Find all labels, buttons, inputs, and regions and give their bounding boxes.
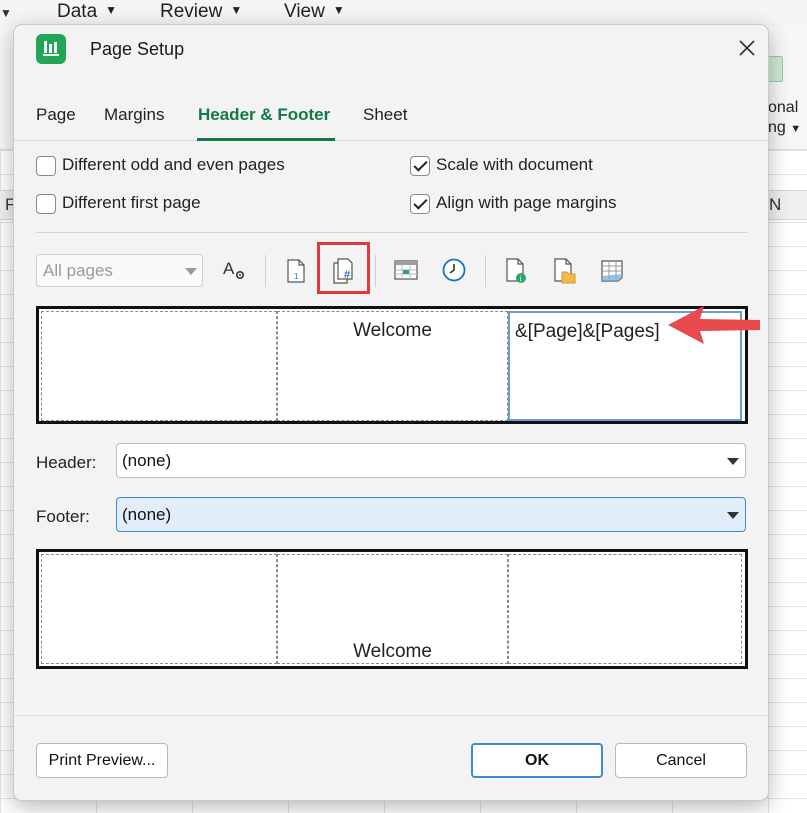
pages-select-value: All pages: [43, 261, 113, 280]
header-preview: Welcome &[Page]&[Pages]: [36, 306, 748, 424]
insert-file-name-icon: [554, 258, 576, 284]
cancel-button[interactable]: Cancel: [615, 743, 747, 778]
insert-page-number-icon: 1: [287, 259, 305, 283]
different-odd-even-label: Different odd and even pages: [62, 155, 285, 174]
align-with-margins-label: Align with page margins: [436, 193, 617, 212]
scale-with-document-label: Scale with document: [436, 155, 593, 174]
svg-text:i: i: [520, 275, 522, 284]
scale-with-document-checkbox[interactable]: [410, 156, 430, 176]
chevron-down-icon: ▼: [332, 3, 345, 17]
divider: [36, 232, 747, 233]
svg-text:1: 1: [294, 272, 299, 281]
insert-file-name-button[interactable]: [546, 253, 580, 287]
divider: [14, 715, 768, 716]
chevron-down-icon: [727, 512, 739, 519]
close-button[interactable]: [734, 35, 760, 61]
format-text-icon: A: [223, 259, 245, 280]
print-preview-button[interactable]: Print Preview...: [36, 743, 168, 778]
insert-time-icon: [442, 258, 466, 282]
chevron-down-icon: ▼: [105, 3, 118, 17]
insert-file-path-icon: i: [506, 258, 526, 284]
tab-bar: Page Margins Header & Footer Sheet: [14, 97, 768, 141]
insert-file-path-button[interactable]: i: [498, 253, 532, 287]
menu-data[interactable]: Data ▼: [57, 1, 117, 23]
tab-header-footer[interactable]: Header & Footer: [198, 105, 330, 125]
footer-label: Footer:: [36, 507, 90, 526]
menu-view[interactable]: View ▼: [284, 1, 345, 23]
insert-page-number-button[interactable]: 1: [278, 253, 312, 287]
header-center-text: Welcome: [353, 320, 432, 341]
align-with-margins-checkbox[interactable]: [410, 194, 430, 214]
ok-button[interactable]: OK: [471, 743, 603, 778]
header-select-value: (none): [122, 451, 172, 470]
chevron-down-icon: [185, 268, 197, 275]
footer-left-section[interactable]: [41, 554, 277, 664]
active-tab-indicator: [197, 138, 335, 141]
insert-sheet-name-button[interactable]: [594, 253, 628, 287]
close-icon: [739, 40, 755, 56]
toolbar-separator: [375, 255, 376, 287]
app-logo-icon: [36, 34, 66, 64]
footer-right-section[interactable]: [508, 554, 742, 664]
chevron-down-icon: ▼: [230, 3, 243, 17]
different-first-page-label: Different first page: [62, 193, 201, 212]
tab-page[interactable]: Page: [36, 105, 76, 125]
chevron-down-icon: ▼: [0, 6, 12, 20]
chevron-down-icon: [727, 458, 739, 465]
menu-review[interactable]: Review ▼: [160, 1, 242, 23]
footer-select[interactable]: (none): [116, 497, 746, 532]
page-setup-dialog: Page Setup Page Margins Header & Footer …: [13, 24, 769, 801]
insert-time-button[interactable]: [436, 253, 470, 287]
insert-sheet-name-icon: [601, 260, 623, 282]
toolbar-separator: [265, 255, 266, 287]
header-right-text: &[Page]&[Pages]: [515, 321, 660, 342]
toolbar-separator: [485, 255, 486, 287]
svg-text:A: A: [223, 259, 235, 278]
footer-center-section[interactable]: Welcome: [277, 554, 508, 664]
format-text-button[interactable]: A: [216, 253, 250, 287]
background-menubar: ▼ Data ▼ Review ▼ View ▼: [0, 0, 807, 26]
footer-center-text: Welcome: [353, 641, 432, 662]
header-left-section[interactable]: [41, 311, 277, 421]
different-first-page-checkbox[interactable]: [36, 194, 56, 214]
different-odd-even-checkbox[interactable]: [36, 156, 56, 176]
dialog-title: Page Setup: [90, 39, 185, 59]
column-header-n[interactable]: N: [769, 195, 781, 215]
header-center-section[interactable]: Welcome: [277, 311, 508, 421]
chevron-down-icon: ▼: [790, 123, 802, 135]
pages-select[interactable]: All pages: [36, 254, 203, 287]
header-select[interactable]: (none): [116, 443, 746, 478]
tab-margins[interactable]: Margins: [104, 105, 164, 125]
annotation-arrow-icon: [668, 306, 760, 344]
footer-select-value: (none): [122, 505, 172, 524]
tab-sheet[interactable]: Sheet: [363, 105, 407, 125]
header-label: Header:: [36, 453, 97, 472]
highlight-annotation: [317, 242, 370, 294]
footer-preview: Welcome: [36, 549, 748, 669]
insert-date-button[interactable]: [388, 253, 422, 287]
insert-date-icon: [394, 260, 418, 280]
